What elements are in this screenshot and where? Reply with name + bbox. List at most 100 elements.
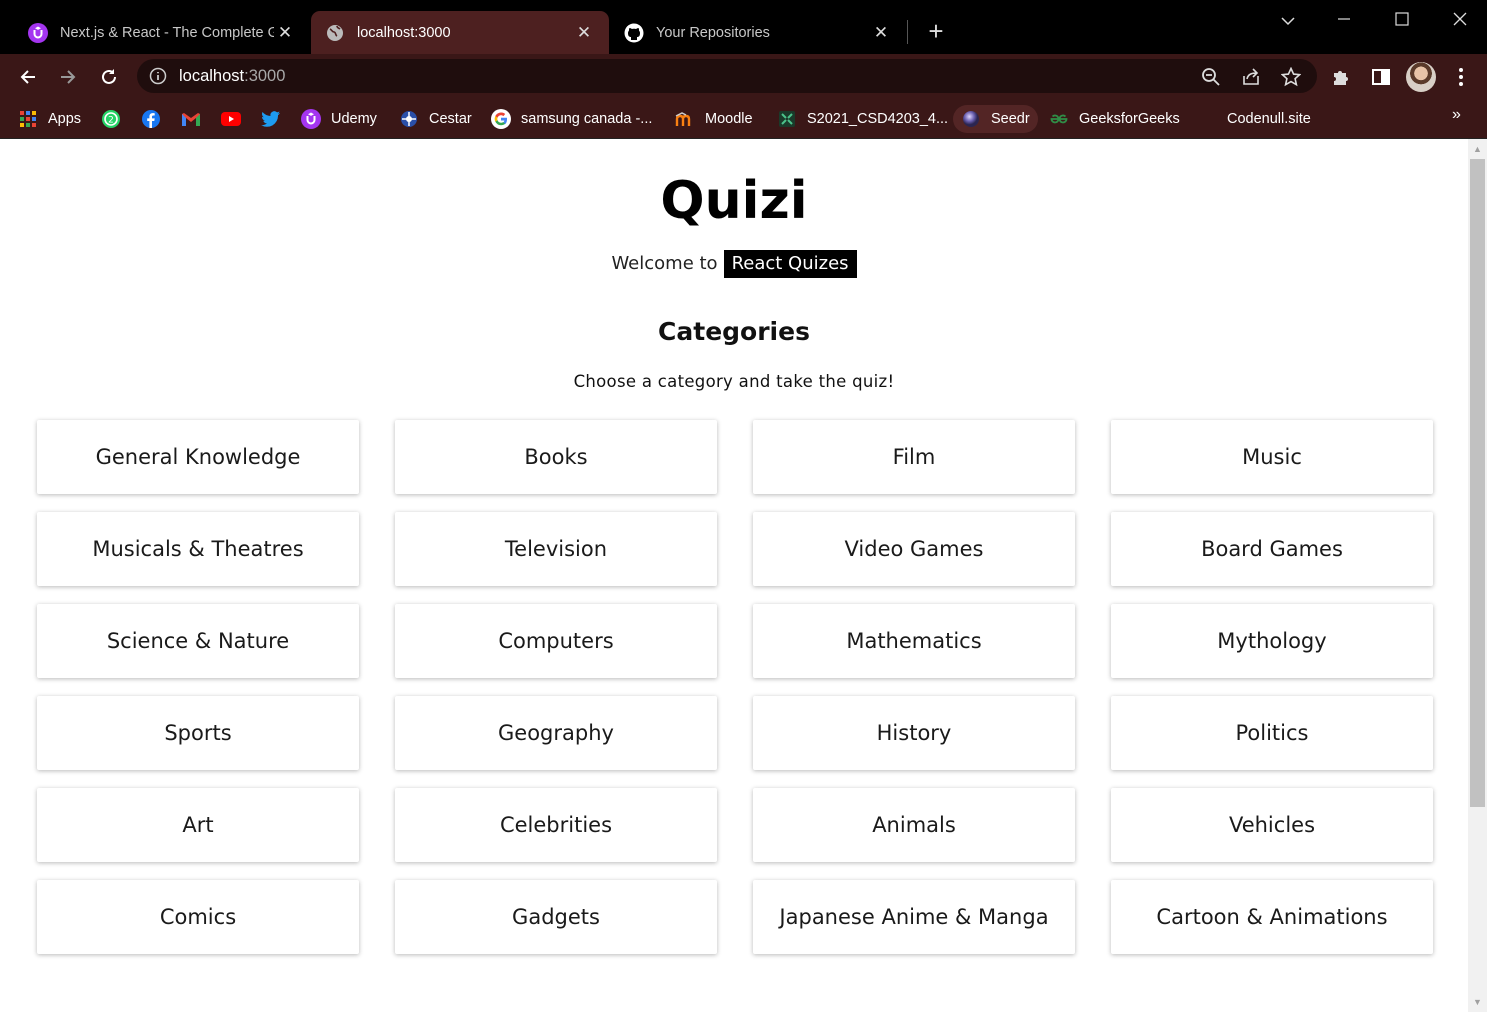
arrow-right-icon bbox=[61, 70, 76, 84]
svg-text:2: 2 bbox=[108, 116, 114, 126]
category-card-animals[interactable]: Animals bbox=[753, 788, 1075, 862]
category-card-mathematics[interactable]: Mathematics bbox=[753, 604, 1075, 678]
category-card-art[interactable]: Art bbox=[37, 788, 359, 862]
category-card-mythology[interactable]: Mythology bbox=[1111, 604, 1433, 678]
category-grid: General Knowledge Books Film Music Music… bbox=[37, 420, 1433, 954]
close-window-button[interactable] bbox=[1440, 6, 1480, 34]
vertical-scrollbar[interactable]: ▲ ▼ bbox=[1468, 139, 1487, 1012]
menu-dots-icon[interactable] bbox=[1449, 65, 1473, 89]
zoom-icon[interactable] bbox=[1200, 66, 1222, 88]
bookmark-moodle[interactable]: Moodle bbox=[675, 105, 753, 133]
bookmark-seedr[interactable]: Seedr bbox=[953, 105, 1038, 133]
bookmark-apps[interactable]: Apps bbox=[18, 105, 81, 133]
category-card-celebrities[interactable]: Celebrities bbox=[395, 788, 717, 862]
address-bar[interactable]: localhost:3000 bbox=[137, 59, 1317, 93]
globe-icon bbox=[325, 23, 345, 43]
tab-localhost[interactable]: localhost:3000 ✕ bbox=[311, 11, 609, 54]
close-icon[interactable]: ✕ bbox=[870, 23, 892, 43]
categories-heading: Categories bbox=[658, 317, 810, 346]
category-card-comics[interactable]: Comics bbox=[37, 880, 359, 954]
share-icon[interactable] bbox=[1240, 66, 1262, 88]
tab-separator bbox=[907, 20, 908, 44]
scroll-up-arrow-icon[interactable]: ▲ bbox=[1468, 141, 1487, 158]
scroll-down-arrow-icon[interactable]: ▼ bbox=[1468, 994, 1487, 1011]
tab-your-repositories[interactable]: Your Repositories ✕ bbox=[610, 11, 906, 54]
category-card-sports[interactable]: Sports bbox=[37, 696, 359, 770]
info-icon[interactable] bbox=[149, 67, 167, 85]
category-card-geography[interactable]: Geography bbox=[395, 696, 717, 770]
bookmark-youtube[interactable] bbox=[221, 105, 251, 133]
bookmark-label: GeeksforGeeks bbox=[1079, 111, 1180, 127]
bookmark-label: samsung canada -... bbox=[521, 111, 653, 127]
tab-title: Next.js & React - The Complete G bbox=[60, 24, 274, 41]
url-port: :3000 bbox=[244, 67, 286, 85]
apps-grid-icon bbox=[18, 109, 38, 129]
page-viewport: Quizi Welcome to React Quizes Categories … bbox=[0, 139, 1468, 1012]
app-title: Quizi bbox=[660, 171, 808, 231]
category-card-computers[interactable]: Computers bbox=[395, 604, 717, 678]
facebook-icon bbox=[141, 109, 161, 129]
bookmarks-overflow-button[interactable]: » bbox=[1452, 106, 1461, 124]
category-card-television[interactable]: Television bbox=[395, 512, 717, 586]
bookmark-samsung-canada[interactable]: samsung canada -... bbox=[491, 105, 652, 133]
category-card-board-games[interactable]: Board Games bbox=[1111, 512, 1433, 586]
bookmark-label: Moodle bbox=[705, 111, 753, 127]
category-card-politics[interactable]: Politics bbox=[1111, 696, 1433, 770]
welcome-line: Welcome to React Quizes bbox=[0, 250, 1468, 278]
category-card-film[interactable]: Film bbox=[753, 420, 1075, 494]
welcome-text: Welcome to bbox=[611, 253, 718, 274]
reload-button[interactable] bbox=[94, 62, 124, 92]
bookmark-udemy[interactable]: Udemy bbox=[301, 105, 377, 133]
star-icon[interactable] bbox=[1280, 66, 1302, 88]
bookmark-label: Seedr bbox=[991, 111, 1030, 127]
bookmark-codenull[interactable]: Codenull.site bbox=[1227, 105, 1311, 133]
side-panel-icon[interactable] bbox=[1369, 65, 1393, 89]
category-card-general-knowledge[interactable]: General Knowledge bbox=[37, 420, 359, 494]
teams-icon bbox=[777, 109, 797, 129]
tab-search-button[interactable] bbox=[1268, 6, 1308, 34]
category-card-books[interactable]: Books bbox=[395, 420, 717, 494]
profile-avatar[interactable] bbox=[1406, 62, 1436, 92]
scrollbar-thumb[interactable] bbox=[1470, 159, 1485, 807]
bookmark-label: Cestar bbox=[429, 111, 472, 127]
youtube-icon bbox=[221, 109, 241, 129]
bookmark-gmail[interactable] bbox=[181, 105, 211, 133]
category-card-gadgets[interactable]: Gadgets bbox=[395, 880, 717, 954]
category-card-japanese-anime-manga[interactable]: Japanese Anime & Manga bbox=[753, 880, 1075, 954]
url-text: localhost:3000 bbox=[179, 67, 285, 86]
category-card-vehicles[interactable]: Vehicles bbox=[1111, 788, 1433, 862]
category-card-history[interactable]: History bbox=[753, 696, 1075, 770]
close-icon[interactable]: ✕ bbox=[274, 23, 296, 43]
tab-title: localhost:3000 bbox=[357, 24, 451, 41]
seedr-icon bbox=[961, 109, 981, 129]
extensions-icon[interactable] bbox=[1329, 65, 1353, 89]
url-host: localhost bbox=[179, 67, 245, 85]
bookmark-label: Udemy bbox=[331, 111, 377, 127]
bookmark-geeksforgeeks[interactable]: GeeksforGeeks bbox=[1049, 105, 1180, 133]
category-card-music[interactable]: Music bbox=[1111, 420, 1433, 494]
forward-button[interactable] bbox=[53, 62, 83, 92]
tab-nextjs-course[interactable]: Next.js & React - The Complete G ✕ bbox=[14, 11, 310, 54]
close-icon[interactable]: ✕ bbox=[573, 23, 595, 43]
gmail-icon bbox=[181, 109, 201, 129]
category-card-science-nature[interactable]: Science & Nature bbox=[37, 604, 359, 678]
category-card-cartoon-animations[interactable]: Cartoon & Animations bbox=[1111, 880, 1433, 954]
twitter-icon bbox=[261, 109, 281, 129]
browser-toolbar: localhost:3000 bbox=[0, 54, 1487, 99]
bookmark-cestar[interactable]: Cestar bbox=[399, 105, 472, 133]
google-icon bbox=[491, 109, 511, 129]
new-tab-button[interactable]: + bbox=[922, 17, 950, 45]
bookmark-twitter[interactable] bbox=[261, 105, 291, 133]
bookmark-facebook[interactable] bbox=[141, 105, 171, 133]
category-card-video-games[interactable]: Video Games bbox=[753, 512, 1075, 586]
maximize-button[interactable] bbox=[1382, 6, 1422, 34]
moodle-icon bbox=[675, 109, 695, 129]
back-button[interactable] bbox=[13, 62, 43, 92]
bookmark-whatsapp[interactable]: 2 bbox=[101, 105, 131, 133]
tab-strip: Next.js & React - The Complete G ✕ local… bbox=[0, 0, 1487, 54]
bookmark-label: Apps bbox=[48, 111, 82, 127]
category-card-musicals-theatres[interactable]: Musicals & Theatres bbox=[37, 512, 359, 586]
bookmark-s2021-csd4203[interactable]: S2021_CSD4203_4... bbox=[777, 105, 948, 133]
minimize-button[interactable] bbox=[1324, 6, 1364, 34]
udemy-icon bbox=[28, 22, 48, 43]
